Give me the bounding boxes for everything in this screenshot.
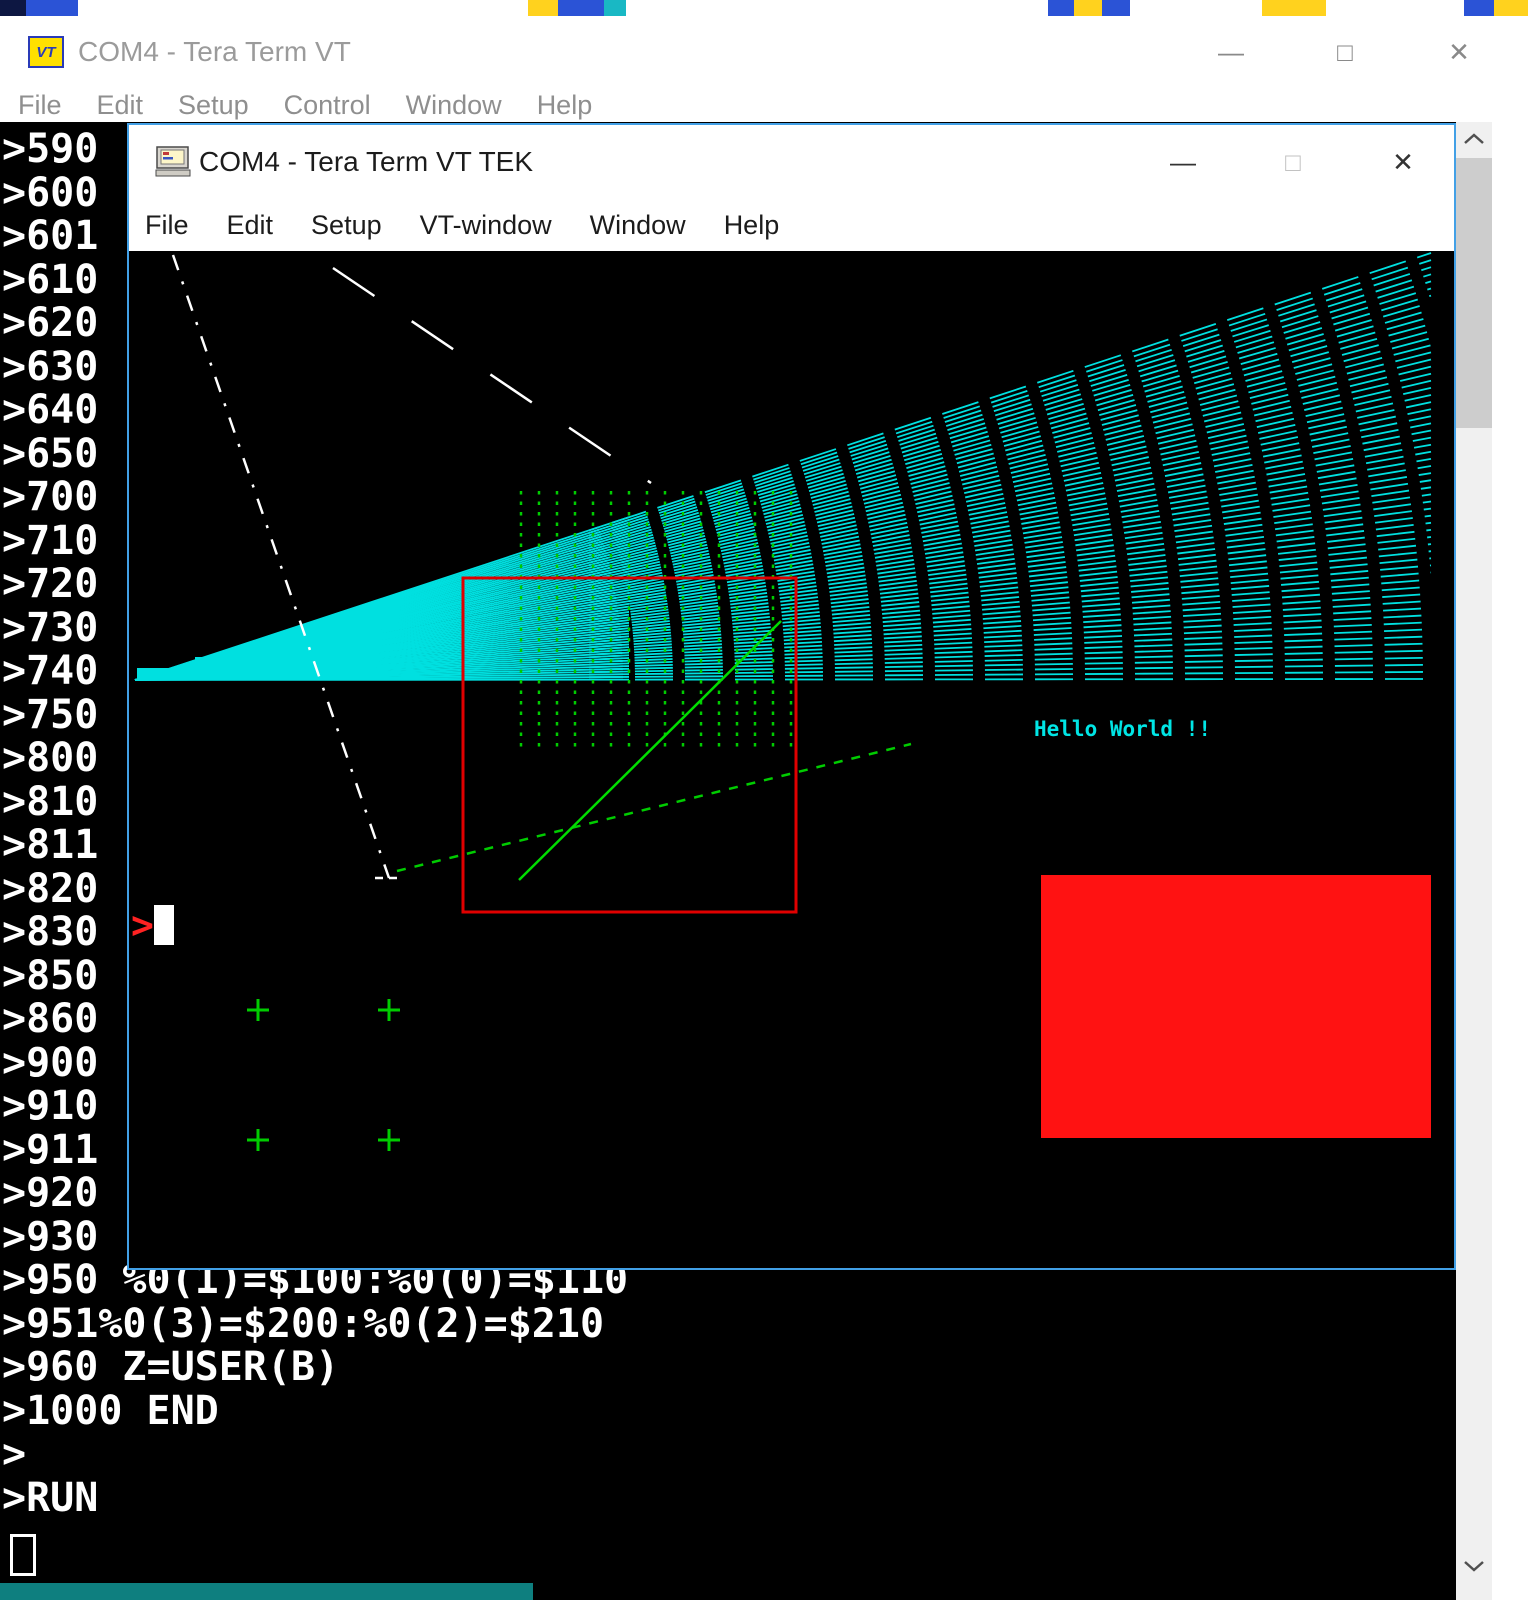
background-window-fragment xyxy=(1464,0,1494,16)
terminal-line: >820 xyxy=(2,865,99,912)
terminal-line: >750 xyxy=(2,691,99,738)
terminal-line: >911 xyxy=(2,1126,99,1173)
terminal-line: >800 xyxy=(2,735,99,781)
menu-item-help[interactable]: Help xyxy=(537,90,593,121)
terminal-line: >850 xyxy=(2,952,99,999)
terminal-line: > xyxy=(2,1431,27,1477)
menu-item-edit[interactable]: Edit xyxy=(227,210,274,241)
background-window-fragment xyxy=(604,0,626,16)
background-window-fragment xyxy=(1262,0,1326,16)
window-frame-right xyxy=(1492,122,1528,1600)
tera-term-vt-icon: VT xyxy=(28,36,64,68)
maximize-button[interactable]: □ xyxy=(1310,37,1380,68)
red-filled-rect xyxy=(1041,875,1431,1138)
scroll-up-button[interactable] xyxy=(1456,122,1492,156)
terminal-line: >900 xyxy=(2,1039,99,1086)
background-window-fragment xyxy=(1048,0,1074,16)
menu-item-edit[interactable]: Edit xyxy=(97,90,144,121)
close-button[interactable]: ✕ xyxy=(1424,37,1494,68)
tek-window: COM4 - Tera Term VT TEK — □ ✕ File Edit Se… xyxy=(127,123,1456,1270)
menu-item-window[interactable]: Window xyxy=(590,210,686,241)
terminal-line: >590 xyxy=(2,126,99,172)
background-window-fragment xyxy=(528,0,558,16)
menu-item-file[interactable]: File xyxy=(145,210,189,241)
terminal-line: >RUN xyxy=(2,1474,99,1521)
terminal-line: >1000 END xyxy=(2,1387,219,1434)
background-window-fragment xyxy=(558,0,604,16)
terminal-line: >951%0(3)=$200:%0(2)=$210 xyxy=(2,1300,605,1347)
chevron-down-icon xyxy=(1464,1561,1484,1572)
white-dash-dot-line xyxy=(171,254,391,879)
terminal-line: >600 xyxy=(2,169,99,216)
menu-item-window[interactable]: Window xyxy=(406,90,502,121)
vt-cursor xyxy=(10,1534,36,1576)
terminal-line: >710 xyxy=(2,517,99,564)
menu-item-file[interactable]: File xyxy=(18,90,62,121)
tek-menubar: File Edit Setup VT-window Window Help xyxy=(129,199,1454,251)
tek-prompt: > xyxy=(131,903,174,947)
tek-prompt-char: > xyxy=(131,903,154,947)
menu-item-control[interactable]: Control xyxy=(284,90,371,121)
scroll-down-button[interactable] xyxy=(1456,1549,1492,1583)
terminal-line: >740 xyxy=(2,648,99,694)
cyan-fan xyxy=(134,252,1432,681)
terminal-line: >730 xyxy=(2,604,99,651)
menu-item-vt-window[interactable]: VT-window xyxy=(420,210,552,241)
tek-hello-text: Hello World !! xyxy=(1034,717,1212,741)
terminal-line: >930 xyxy=(2,1213,99,1260)
tek-window-controls: — □ ✕ xyxy=(1148,147,1438,178)
terminal-line: >700 xyxy=(2,474,99,520)
terminal-line: >610 xyxy=(2,256,99,303)
tek-canvas[interactable]: Hello World !! > xyxy=(129,251,1454,1268)
terminal-line: >830 xyxy=(2,909,99,955)
minimize-button[interactable]: — xyxy=(1196,37,1266,68)
terminal-line: >860 xyxy=(2,996,99,1042)
background-window-fragment xyxy=(1494,0,1528,16)
terminal-line: >620 xyxy=(2,300,99,346)
tek-cursor xyxy=(153,905,174,945)
vt-menubar: File Edit Setup Control Window Help xyxy=(0,88,1456,122)
tek-window-title: COM4 - Tera Term VT TEK xyxy=(199,146,534,177)
background-window-fragment xyxy=(0,1583,533,1600)
window-frame-bottom xyxy=(533,1583,1456,1600)
green-dashed-line xyxy=(396,742,912,873)
window-frame-bottom-right xyxy=(1456,1583,1492,1600)
terminal-line: >920 xyxy=(2,1170,99,1216)
terminal-left-lines: >590 >600 >601 >610 >620 >630 >640 >650 >700 >710… xyxy=(2,126,99,1260)
terminal-line: >811 xyxy=(2,822,99,868)
tek-maximize-button[interactable]: □ xyxy=(1258,147,1328,178)
plus-markers xyxy=(247,999,400,1151)
terminal-line: >640 xyxy=(2,387,99,433)
tek-close-button[interactable]: ✕ xyxy=(1368,147,1438,178)
chevron-up-icon xyxy=(1464,133,1484,144)
terminal-line: >910 xyxy=(2,1083,99,1129)
terminal-line: >960 Z=USER(B) xyxy=(2,1344,340,1390)
menu-item-setup[interactable]: Setup xyxy=(178,90,249,121)
background-windows-strip xyxy=(0,0,1528,16)
tek-minimize-button[interactable]: — xyxy=(1148,147,1218,178)
vt-titlebar: VT COM4 - Tera Term VT — □ ✕ xyxy=(0,16,1528,88)
background-window-fragment xyxy=(0,0,26,16)
menu-item-help[interactable]: Help xyxy=(724,210,780,241)
terminal-line: >810 xyxy=(2,778,99,825)
tek-graphics xyxy=(134,252,1432,1151)
tek-titlebar: COM4 - Tera Term VT TEK — □ ✕ xyxy=(129,125,1454,199)
menu-item-setup[interactable]: Setup xyxy=(311,210,382,241)
background-window-fragment xyxy=(26,0,78,16)
background-window-fragment xyxy=(1074,0,1102,16)
tera-term-tek-icon xyxy=(155,146,191,177)
terminal-line: >720 xyxy=(2,561,99,607)
scrollbar-thumb[interactable] xyxy=(1456,158,1492,428)
terminal-line: >601 xyxy=(2,213,99,259)
terminal-line: >630 xyxy=(2,343,99,390)
vt-window-controls: — □ ✕ xyxy=(1196,37,1494,68)
vt-window-title: COM4 - Tera Term VT xyxy=(78,36,351,67)
terminal-line: >650 xyxy=(2,430,99,477)
vt-scrollbar[interactable] xyxy=(1456,122,1492,1583)
white-long-dash-line xyxy=(332,266,652,485)
background-window-fragment xyxy=(1102,0,1130,16)
terminal-bottom-lines: >950 %0(1)=$100:%0(0)=$110 >951%0(3)=$200… xyxy=(2,1258,628,1521)
